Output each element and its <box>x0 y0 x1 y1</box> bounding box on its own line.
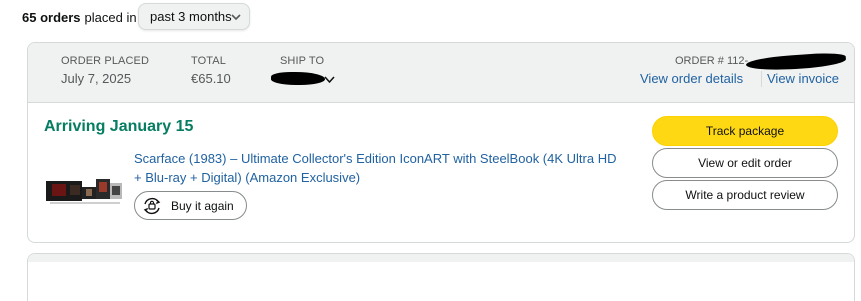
order-card: ORDER PLACED July 7, 2025 TOTAL €65.10 S… <box>27 42 855 243</box>
ship-to-column: SHIP TO <box>280 55 324 67</box>
orders-filter-summary: 65 orders placed in <box>22 3 137 31</box>
time-period-value: past 3 months <box>150 9 232 24</box>
view-edit-order-button[interactable]: View or edit order <box>652 148 838 178</box>
view-invoice-link[interactable]: View invoice <box>767 71 839 86</box>
ship-to-label: SHIP TO <box>280 55 325 67</box>
product-image[interactable] <box>46 169 126 209</box>
ship-to-name-redacted[interactable] <box>271 72 325 85</box>
chevron-down-icon[interactable] <box>324 76 335 84</box>
order-placed-column: ORDER PLACED July 7, 2025 <box>61 55 149 86</box>
order-number-label: ORDER # 112- <box>675 55 749 67</box>
order-header: ORDER PLACED July 7, 2025 TOTAL €65.10 S… <box>28 43 854 103</box>
product-title-link[interactable]: Scarface (1983) – Ultimate Collector's E… <box>134 149 624 187</box>
time-period-select[interactable]: past 3 months <box>138 3 250 30</box>
order-placed-label: ORDER PLACED <box>61 55 149 67</box>
order-placed-date: July 7, 2025 <box>61 71 132 86</box>
next-order-header <box>28 254 854 262</box>
view-order-details-link[interactable]: View order details <box>640 71 743 86</box>
buy-it-again-label: Buy it again <box>171 198 234 213</box>
write-review-button[interactable]: Write a product review <box>652 180 838 210</box>
order-number-redacted <box>745 51 847 73</box>
orders-count: 65 orders <box>22 9 81 25</box>
delivery-status: Arriving January 15 <box>44 118 194 135</box>
buy-it-again-button[interactable]: Buy it again <box>134 191 247 220</box>
track-package-button[interactable]: Track package <box>652 116 838 146</box>
next-order-card <box>27 253 855 301</box>
order-total-label: TOTAL <box>191 55 226 67</box>
chevron-down-icon <box>231 14 241 21</box>
order-total-column: TOTAL €65.10 <box>191 55 231 86</box>
reorder-icon <box>143 197 161 214</box>
order-total-value: €65.10 <box>191 71 231 86</box>
link-divider <box>761 71 762 87</box>
placed-in-label: placed in <box>84 9 137 25</box>
